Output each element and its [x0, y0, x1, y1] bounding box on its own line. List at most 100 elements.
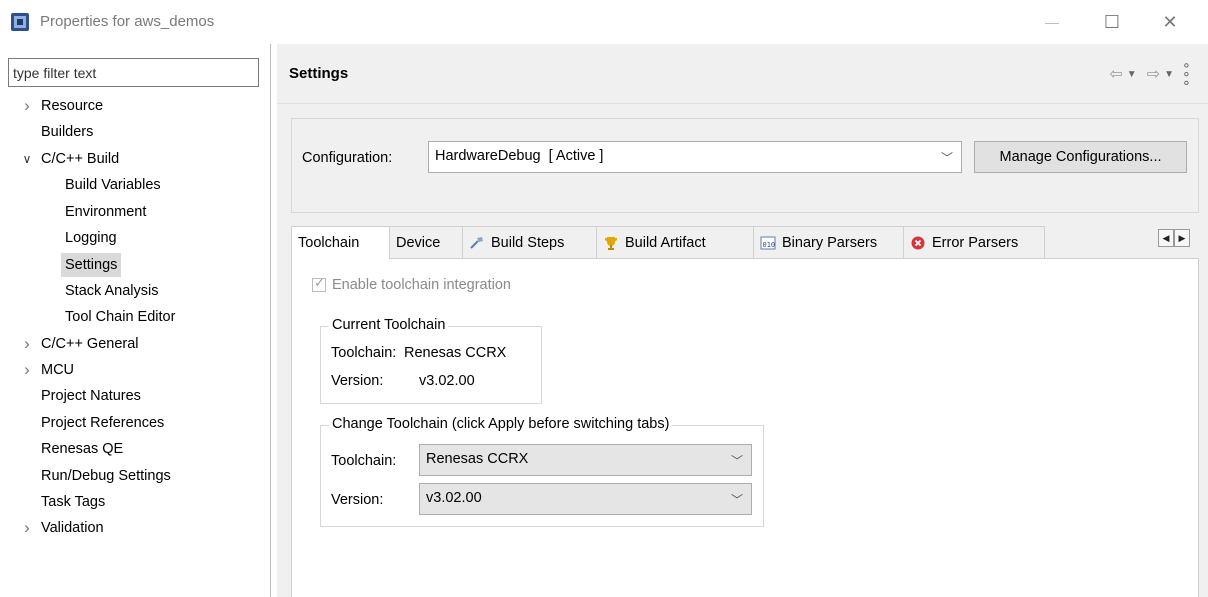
- tree-item[interactable]: Task Tags: [0, 491, 268, 513]
- tree-item[interactable]: Build Variables: [0, 174, 268, 196]
- minimize-button[interactable]: —: [1032, 8, 1072, 36]
- tree-item-label: Tool Chain Editor: [65, 309, 176, 326]
- enable-toolchain-label: Enable toolchain integration: [332, 277, 511, 293]
- configuration-select[interactable]: HardwareDebug [ Active ] ﹀: [428, 141, 962, 173]
- tab-label: Binary Parsers: [782, 234, 878, 251]
- tree-item-label: Stack Analysis: [65, 282, 159, 299]
- version-select[interactable]: v3.02.00 ﹀: [419, 483, 752, 515]
- tree-item-label: Project References: [41, 414, 165, 431]
- tree-item[interactable]: Renesas QE: [0, 438, 268, 460]
- maximize-button[interactable]: ☐: [1092, 8, 1132, 36]
- tree-item-label: Builders: [41, 124, 94, 141]
- back-dropdown-icon[interactable]: ▼: [1127, 69, 1137, 80]
- back-arrow-icon[interactable]: ⇦: [1109, 64, 1122, 84]
- window-title: Properties for aws_demos: [40, 13, 215, 30]
- tree-item-label: Logging: [65, 230, 117, 246]
- chevron-right-icon[interactable]: ›: [20, 517, 34, 539]
- tree-item-label: Run/Debug Settings: [41, 467, 171, 484]
- current-version-value: v3.02.00: [419, 373, 475, 389]
- view-menu-icon[interactable]: ∘∘∘: [1179, 61, 1195, 87]
- tree-item[interactable]: Project Natures: [0, 385, 268, 407]
- tab-device[interactable]: Device: [389, 226, 463, 258]
- tree-item-label: C/C++ General: [41, 335, 139, 352]
- chevron-right-icon[interactable]: ›: [20, 95, 34, 117]
- tree-item-label: Project Natures: [41, 388, 141, 405]
- tab-label: Error Parsers: [932, 234, 1019, 251]
- tree-item[interactable]: Builders: [0, 121, 268, 143]
- chevron-down-icon: ﹀: [730, 493, 743, 507]
- change-toolchain-group: Change Toolchain (click Apply before swi…: [320, 416, 764, 527]
- tree-item[interactable]: Tool Chain Editor: [0, 306, 268, 328]
- tree-item[interactable]: Settings: [0, 253, 268, 278]
- page-title: Settings: [289, 65, 349, 82]
- chevron-down-icon[interactable]: ∨: [20, 148, 34, 170]
- current-toolchain-title: Current Toolchain: [329, 317, 449, 333]
- svg-text:010: 010: [763, 241, 776, 249]
- tree-item[interactable]: › Resource: [0, 95, 268, 117]
- current-toolchain-value: Renesas CCRX: [404, 345, 507, 361]
- minimize-icon: —: [1045, 14, 1059, 30]
- enable-toolchain-checkbox[interactable]: [312, 275, 326, 292]
- forward-arrow-icon[interactable]: ⇨: [1147, 64, 1160, 84]
- tree-item[interactable]: › Validation: [0, 517, 268, 539]
- toolchain-tab-panel: Enable toolchain integration Current Too…: [291, 258, 1199, 597]
- tree-item-label: Resource: [41, 98, 104, 114]
- maximize-icon: ☐: [1103, 11, 1121, 32]
- tab-label: Build Artifact: [625, 234, 706, 251]
- configuration-label: Configuration:: [302, 150, 393, 166]
- tab-label: Build Steps: [491, 234, 565, 251]
- filter-input[interactable]: [8, 58, 259, 87]
- chevron-down-icon: ﹀: [940, 151, 953, 165]
- tree-item-label: Renesas QE: [41, 441, 124, 458]
- tab-toolchain[interactable]: Toolchain: [291, 226, 390, 259]
- tab-error-parsers[interactable]: Error Parsers: [903, 226, 1045, 258]
- tab-label: Device: [396, 234, 441, 251]
- settings-header: Settings ⇦ ▼ ⇨ ▼ ∘∘∘: [277, 44, 1208, 104]
- current-version-label: Version:: [331, 373, 384, 389]
- tree-item-label: Environment: [65, 203, 147, 220]
- current-toolchain-label: Toolchain:: [331, 345, 397, 361]
- change-toolchain-title: Change Toolchain (click Apply before swi…: [329, 416, 673, 432]
- tree-item-label: Build Variables: [65, 177, 161, 194]
- tab-build-steps[interactable]: Build Steps: [462, 226, 597, 258]
- tree-item-label: Settings: [61, 253, 122, 278]
- close-button[interactable]: ✕: [1150, 8, 1190, 36]
- tree-item[interactable]: ∨ C/C++ Build: [0, 148, 268, 170]
- tree-item[interactable]: Project References: [0, 412, 268, 434]
- toolchain-select-value: Renesas CCRX: [426, 451, 529, 467]
- tree-item[interactable]: Environment: [0, 201, 268, 223]
- tree-item[interactable]: Stack Analysis: [0, 280, 268, 302]
- error-icon: [910, 235, 926, 251]
- tab-label: Toolchain: [298, 235, 360, 251]
- tree-item[interactable]: › C/C++ General: [0, 333, 268, 355]
- configuration-value: HardwareDebug [ Active ]: [435, 148, 604, 164]
- binary-icon: 010: [760, 235, 776, 251]
- tree-item[interactable]: Run/Debug Settings: [0, 465, 268, 487]
- tab-build-artifact[interactable]: Build Artifact: [596, 226, 754, 258]
- close-icon: ✕: [1162, 11, 1178, 32]
- chevron-right-icon[interactable]: ›: [20, 333, 34, 355]
- tree-item-label: Validation: [41, 520, 104, 537]
- title-bar: Properties for aws_demos — ☐ ✕: [0, 0, 1208, 44]
- tab-binary-parsers[interactable]: 010 Binary Parsers: [753, 226, 904, 258]
- tab-scroll-left-icon[interactable]: ◀: [1158, 229, 1174, 247]
- version-select-value: v3.02.00: [426, 490, 482, 506]
- current-toolchain-group: Current Toolchain Toolchain: Renesas CCR…: [320, 317, 542, 404]
- change-version-label: Version:: [331, 492, 384, 508]
- app-icon: [11, 13, 29, 31]
- tab-scroll-right-icon[interactable]: ▶: [1174, 229, 1190, 247]
- hammer-icon: [469, 235, 485, 251]
- chevron-right-icon[interactable]: ›: [20, 359, 34, 381]
- tree-item-label: MCU: [41, 362, 75, 378]
- tree-item-label: C/C++ Build: [41, 150, 120, 167]
- toolchain-select[interactable]: Renesas CCRX ﹀: [419, 444, 752, 476]
- nav-toolbar: ⇦ ▼ ⇨ ▼ ∘∘∘: [1109, 61, 1195, 87]
- tree-item[interactable]: › MCU: [0, 359, 268, 381]
- pane-splitter[interactable]: [270, 44, 271, 597]
- forward-dropdown-icon[interactable]: ▼: [1164, 69, 1174, 80]
- manage-configurations-button[interactable]: Manage Configurations...: [974, 141, 1187, 173]
- enable-toolchain-row: Enable toolchain integration: [312, 275, 511, 293]
- tab-scroll-buttons: ◀ ▶: [1158, 229, 1190, 247]
- change-toolchain-label: Toolchain:: [331, 453, 397, 469]
- tree-item[interactable]: Logging: [0, 227, 268, 249]
